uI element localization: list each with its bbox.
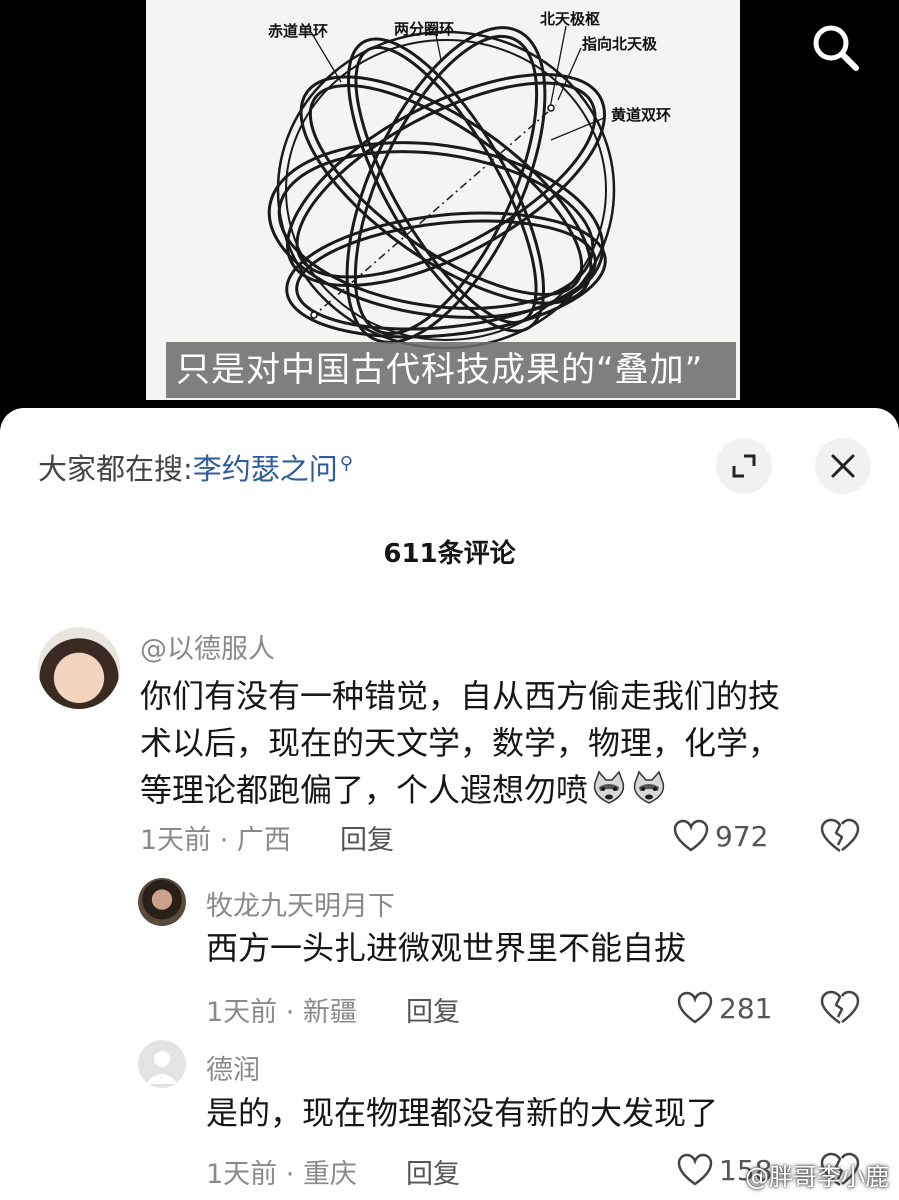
dislike-button[interactable] bbox=[820, 990, 860, 1030]
watermark: @胖哥李小鹿 bbox=[745, 1163, 889, 1191]
label-equator-ring: 赤道单环 bbox=[268, 22, 329, 40]
comment-author[interactable]: 牧龙九天明月下 bbox=[206, 884, 395, 923]
comment-line: 你们有没有一种错觉，自从西方偷走我们的技 bbox=[140, 677, 781, 715]
hot-search-term[interactable]: 李约瑟之问 bbox=[193, 452, 338, 486]
comment-line: 术以后，现在的天文学，数学，物理，化学， bbox=[140, 724, 781, 762]
heart-icon bbox=[673, 819, 709, 852]
search-small-icon: ⚲ bbox=[339, 453, 353, 474]
comment-meta: 1天前 · 广西 bbox=[140, 825, 291, 856]
broken-heart-icon bbox=[820, 818, 860, 853]
avatar[interactable] bbox=[138, 878, 186, 926]
close-button[interactable] bbox=[815, 438, 871, 494]
hot-search-bar: 大家都在搜:李约瑟之问 ⚲ bbox=[38, 446, 353, 488]
avatar[interactable] bbox=[38, 627, 120, 709]
comment-text: 是的，现在物理都没有新的大发现了 bbox=[206, 1090, 856, 1137]
like-button[interactable]: 281 bbox=[677, 988, 772, 1028]
armillary-sphere-diagram bbox=[267, 25, 616, 350]
video-frame: 赤道单环 两分圈环 北天极枢 指向北天极 黄道双环 bbox=[146, 0, 740, 400]
video-player[interactable]: 赤道单环 两分圈环 北天极枢 指向北天极 黄道双环 只是对中国古代科技成果的“叠… bbox=[0, 0, 899, 420]
comment-text: 你们有没有一种错觉，自从西方偷走我们的技 术以后，现在的天文学，数学，物理，化学… bbox=[140, 673, 860, 814]
comment-sheet: 大家都在搜:李约瑟之问 ⚲ 611条评论 @以德服人 你们有没有一种错觉，自从西方… bbox=[0, 408, 899, 1200]
comment-meta: 1天前 · 新疆 bbox=[206, 997, 357, 1028]
reply-button[interactable]: 回复 bbox=[340, 818, 394, 857]
comment-line: 西方一头扎进微观世界里不能自拔 bbox=[206, 929, 687, 967]
like-button[interactable]: 972 bbox=[673, 816, 768, 856]
dislike-button[interactable] bbox=[820, 818, 860, 858]
comment-line: 是的，现在物理都没有新的大发现了 bbox=[206, 1094, 719, 1132]
like-count: 281 bbox=[719, 991, 773, 1025]
like-count: 972 bbox=[715, 819, 769, 853]
label-ecliptic-rings: 黄道双环 bbox=[611, 106, 672, 124]
heart-icon bbox=[677, 1153, 713, 1186]
expand-icon bbox=[732, 454, 756, 478]
label-pointing-north: 指向北天极 bbox=[582, 35, 658, 53]
default-avatar-icon bbox=[146, 1051, 178, 1084]
label-north-pole: 北天极枢 bbox=[540, 10, 601, 28]
label-solstice-ring: 两分圈环 bbox=[394, 20, 455, 38]
comment-line: 等理论都跑偏了，个人遐想勿喷 bbox=[140, 767, 860, 814]
reply-button[interactable]: 回复 bbox=[406, 1152, 460, 1191]
close-icon bbox=[831, 454, 855, 478]
comment-meta: 1天前 · 重庆 bbox=[206, 1159, 357, 1190]
broken-heart-icon bbox=[820, 990, 860, 1025]
avatar[interactable] bbox=[138, 1040, 186, 1088]
comment-author[interactable]: @以德服人 bbox=[140, 627, 275, 666]
comment-author[interactable]: 德润 bbox=[206, 1048, 260, 1087]
expand-button[interactable] bbox=[716, 438, 772, 494]
search-button[interactable] bbox=[805, 18, 865, 78]
comment-count: 611条评论 bbox=[383, 539, 516, 569]
heart-icon bbox=[677, 991, 713, 1024]
video-subtitle: 只是对中国古代科技成果的“叠加” bbox=[166, 342, 736, 398]
comment-text: 西方一头扎进微观世界里不能自拔 bbox=[206, 925, 856, 972]
search-icon bbox=[813, 25, 859, 71]
reply-button[interactable]: 回复 bbox=[406, 990, 460, 1029]
hot-search-label: 大家都在搜: bbox=[38, 452, 193, 486]
doge-icon bbox=[633, 770, 665, 804]
doge-icon bbox=[593, 770, 625, 804]
